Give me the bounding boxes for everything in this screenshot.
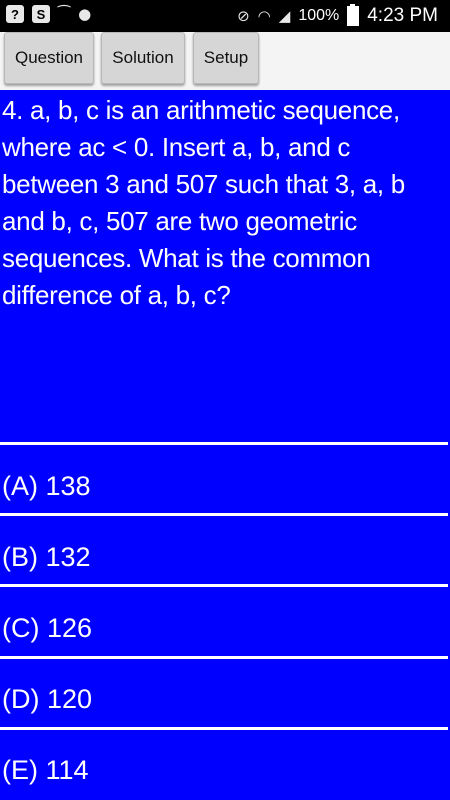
status-left-icons: ? S ⁀ ●: [6, 5, 91, 23]
s-app-icon: S: [32, 5, 50, 23]
signal-icon: ◢: [278, 7, 291, 25]
divider: [0, 442, 448, 445]
status-right-icons: ⊘ ◠ ◢ 100% 4:23 PM: [237, 4, 438, 27]
answer-option-e[interactable]: (E) 114: [2, 750, 442, 790]
clock: 4:23 PM: [367, 5, 438, 26]
battery-percent: 100%: [298, 7, 340, 24]
answer-option-a[interactable]: (A) 138: [2, 466, 442, 506]
answer-option-d[interactable]: (D) 120: [2, 679, 442, 719]
divider: [0, 513, 448, 516]
divider: [0, 727, 448, 730]
setup-button[interactable]: Setup: [193, 32, 259, 84]
wifi-icon: ◠: [257, 7, 271, 25]
solution-button[interactable]: Solution: [101, 32, 185, 84]
help-box-icon: ?: [6, 5, 24, 23]
toolbar: Question Solution Setup: [0, 32, 450, 90]
question-button[interactable]: Question: [4, 32, 94, 84]
answer-option-c[interactable]: (C) 126: [2, 608, 442, 648]
battery-icon: [347, 4, 360, 26]
status-bar: ? S ⁀ ● ⊘ ◠ ◢ 100% 4:23 PM: [0, 0, 450, 32]
brush-icon: ●: [78, 5, 92, 23]
mute-icon: ⊘: [237, 7, 250, 25]
divider: [0, 584, 448, 587]
question-text: 4. a, b, c is an arithmetic sequence, wh…: [2, 95, 405, 310]
answer-option-b[interactable]: (B) 132: [2, 537, 442, 577]
divider: [0, 656, 448, 659]
voicemail-icon: ⁀: [58, 5, 71, 23]
